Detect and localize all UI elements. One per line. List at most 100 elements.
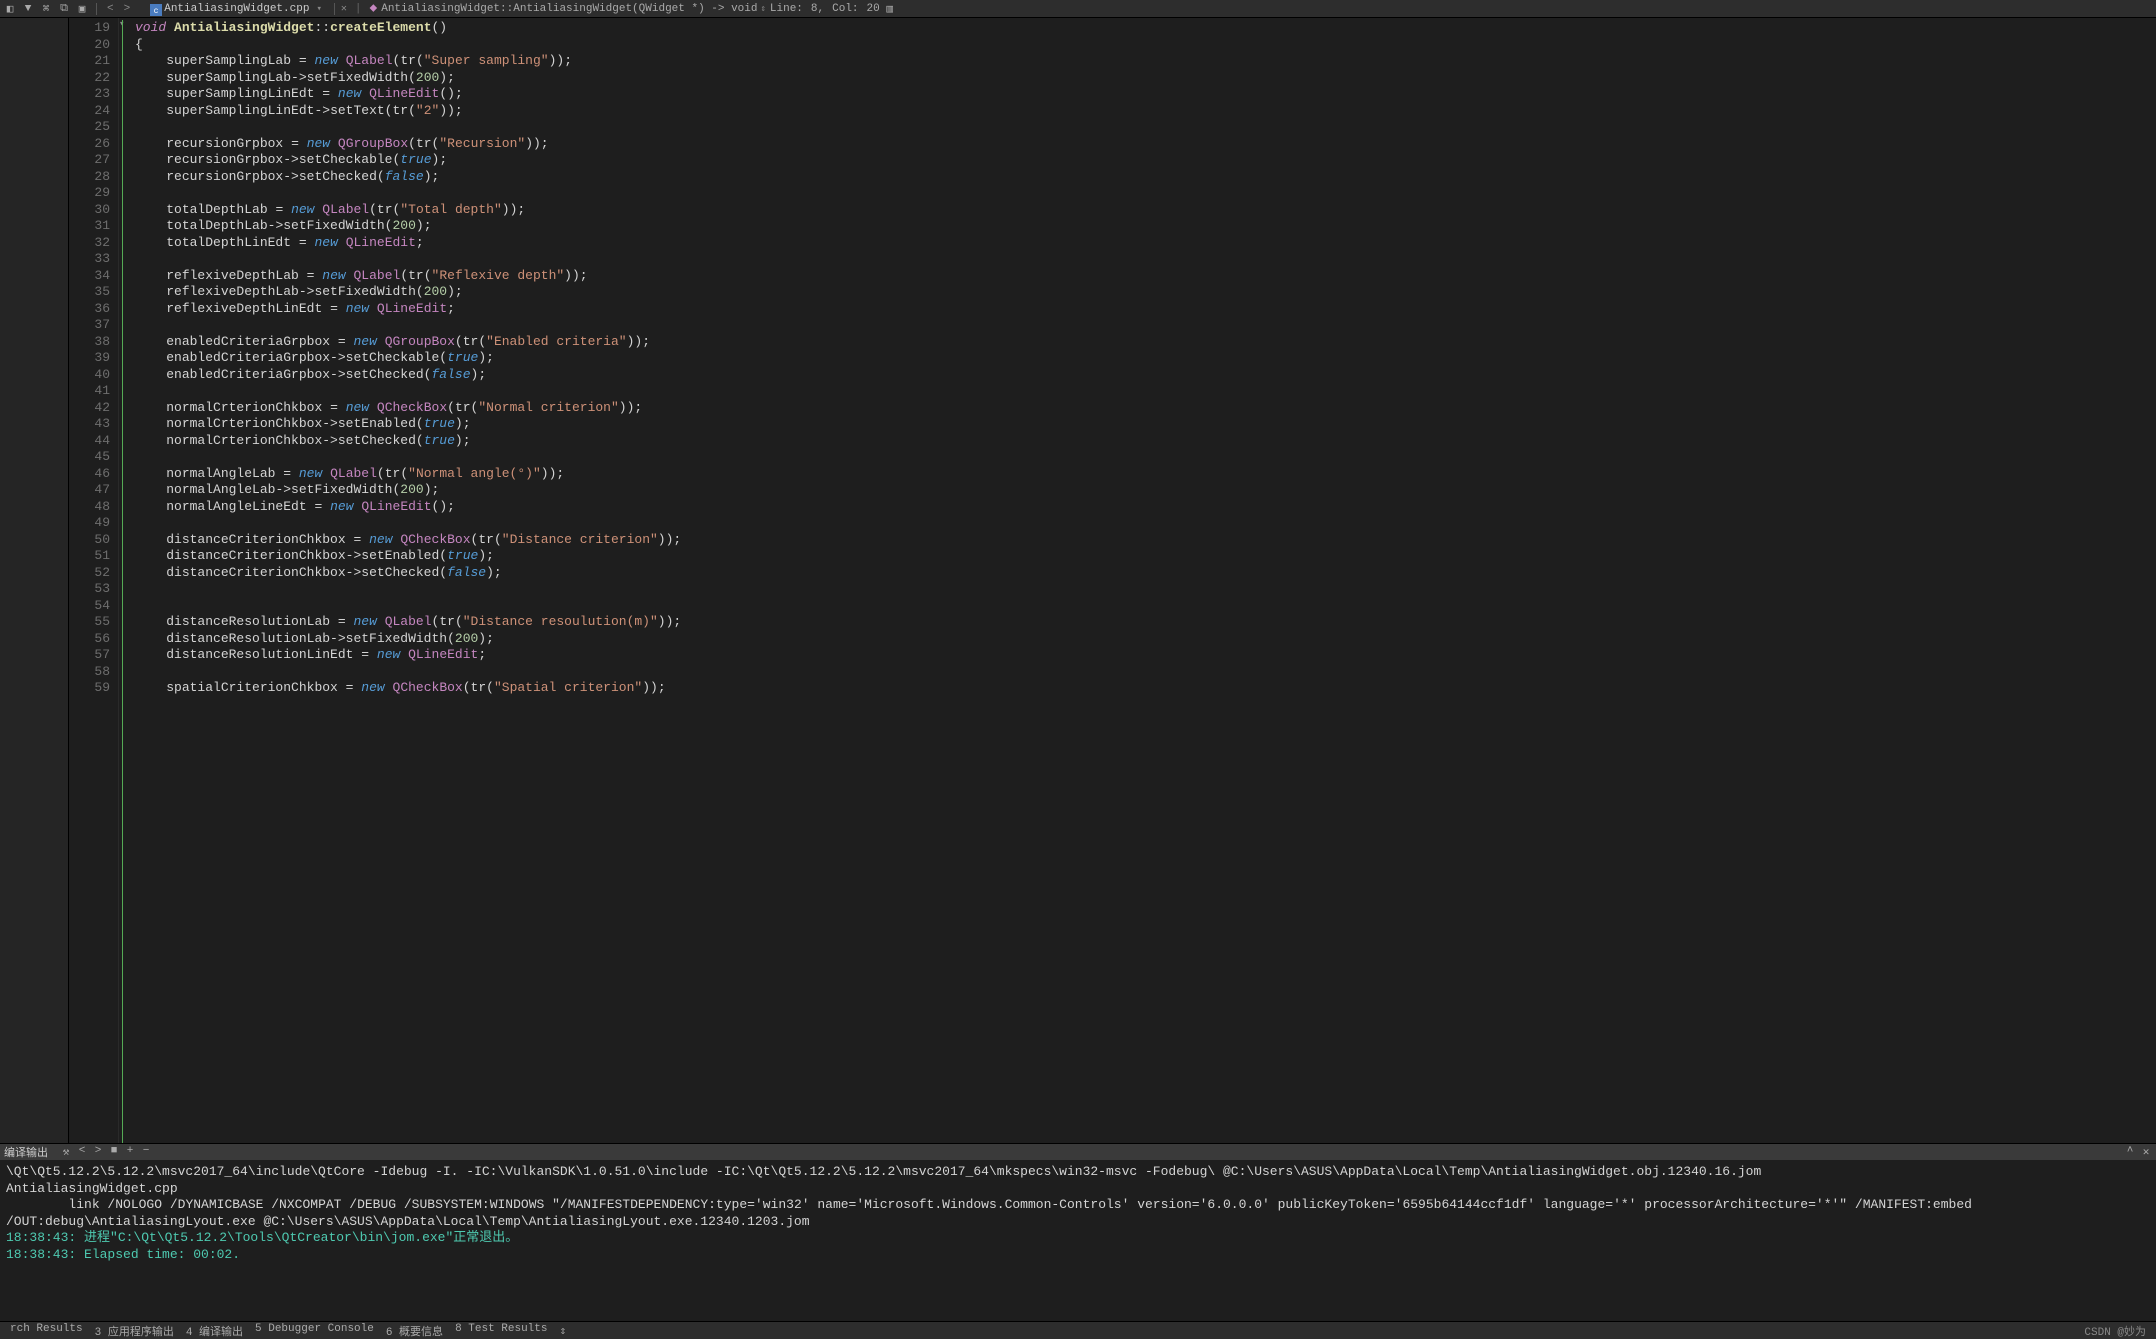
code-line[interactable]: reflexiveDepthLab->setFixedWidth(200); [135,284,2156,301]
fold-toggle-icon[interactable]: ▾ [119,19,127,27]
panel-close-icon[interactable]: ✕ [2140,1145,2152,1159]
code-line[interactable]: spatialCriterionChkbox = new QCheckBox(t… [135,680,2156,697]
code-line[interactable]: superSamplingLab = new QLabel(tr("Super … [135,53,2156,70]
line-number: 48 [69,499,110,516]
editor[interactable]: 1920212223242526272829303132333435363738… [69,18,2156,1143]
line-number: 57 [69,647,110,664]
output-panel: 编译输出 ⚒ < > ■ + − ˄ ✕ \Qt\Qt5.12.2\5.12.2… [0,1143,2156,1321]
code-line[interactable]: distanceCriterionChkbox = new QCheckBox(… [135,532,2156,549]
panel-prev-icon[interactable]: < [76,1145,88,1159]
code-line[interactable]: normalCrterionChkbox = new QCheckBox(tr(… [135,400,2156,417]
filter-icon[interactable]: ▼ [22,3,34,15]
line-number: 56 [69,631,110,648]
line-number: 33 [69,251,110,268]
line-number: 59 [69,680,110,697]
code-line[interactable] [135,383,2156,400]
code-line[interactable] [135,119,2156,136]
code-line[interactable]: distanceCriterionChkbox->setChecked(fals… [135,565,2156,582]
code-line[interactable]: recursionGrpbox->setCheckable(true); [135,152,2156,169]
code-line[interactable]: normalCrterionChkbox->setChecked(true); [135,433,2156,450]
code-line[interactable]: superSamplingLinEdt = new QLineEdit(); [135,86,2156,103]
status-tab[interactable]: 8 Test Results [449,1323,553,1339]
panel-zoom-in-icon[interactable]: + [124,1145,136,1159]
code-line[interactable]: normalAngleLab->setFixedWidth(200); [135,482,2156,499]
code-line[interactable]: { [135,37,2156,54]
status-bar: rch Results3 应用程序输出4 编译输出5 Debugger Cons… [0,1321,2156,1339]
line-number: 54 [69,598,110,615]
main-area: 1920212223242526272829303132333435363738… [0,18,2156,1143]
code-line[interactable]: normalCrterionChkbox->setEnabled(true); [135,416,2156,433]
code-line[interactable]: recursionGrpbox->setChecked(false); [135,169,2156,186]
code-line[interactable] [135,317,2156,334]
code-line[interactable] [135,664,2156,681]
code-line[interactable]: enabledCriteriaGrpbox->setCheckable(true… [135,350,2156,367]
split-vertical-icon[interactable]: ▥ [884,3,896,15]
code-line[interactable]: normalAngleLineEdt = new QLineEdit(); [135,499,2156,516]
code-line[interactable] [135,598,2156,615]
panel-stop-icon[interactable]: ■ [108,1145,120,1159]
status-tab[interactable]: 5 Debugger Console [249,1323,380,1339]
breadcrumb-function[interactable]: AntialiasingWidget::AntialiasingWidget(Q… [381,3,757,15]
line-number: 22 [69,70,110,87]
code-line[interactable]: distanceCriterionChkbox->setEnabled(true… [135,548,2156,565]
locator-dropdown-icon[interactable]: ⇕ [760,4,765,14]
code-line[interactable] [135,581,2156,598]
line-number: 28 [69,169,110,186]
code-line[interactable]: enabledCriteriaGrpbox->setChecked(false)… [135,367,2156,384]
link-icon[interactable]: ⌘ [40,3,52,15]
split-icon[interactable]: ⧉ [58,3,70,15]
panel-expand-icon[interactable]: ˄ [2124,1145,2136,1159]
code-line[interactable]: void AntialiasingWidget::createElement() [135,20,2156,37]
code-line[interactable]: totalDepthLinEdt = new QLineEdit; [135,235,2156,252]
line-number: 49 [69,515,110,532]
nav-back-icon[interactable]: < [105,3,116,15]
fold-bar[interactable]: ▾ [119,18,133,1143]
code-line[interactable]: totalDepthLab = new QLabel(tr("Total dep… [135,202,2156,219]
status-tab[interactable]: rch Results [4,1323,89,1339]
line-number: 47 [69,482,110,499]
code-line[interactable]: distanceResolutionLab = new QLabel(tr("D… [135,614,2156,631]
code-line[interactable]: recursionGrpbox = new QGroupBox(tr("Recu… [135,136,2156,153]
line-number: 19 [69,20,110,37]
status-dropdown-icon[interactable]: ⇕ [553,1324,572,1338]
line-number: 53 [69,581,110,598]
line-number: 26 [69,136,110,153]
code-area[interactable]: void AntialiasingWidget::createElement()… [133,18,2156,1143]
tab-file-1[interactable]: c AntialiasingWidget.cpp ▾ [144,2,328,16]
code-line[interactable] [135,251,2156,268]
code-line[interactable]: distanceResolutionLab->setFixedWidth(200… [135,631,2156,648]
code-line[interactable]: superSamplingLinEdt->setText(tr("2")); [135,103,2156,120]
panel-next-icon[interactable]: > [92,1145,104,1159]
code-line[interactable]: distanceResolutionLinEdt = new QLineEdit… [135,647,2156,664]
status-tab[interactable]: 6 概要信息 [380,1323,449,1339]
panel-tool-icon[interactable]: ⚒ [60,1145,72,1159]
panel-zoom-out-icon[interactable]: − [140,1145,152,1159]
code-line[interactable]: superSamplingLab->setFixedWidth(200); [135,70,2156,87]
code-line[interactable]: totalDepthLab->setFixedWidth(200); [135,218,2156,235]
output-line: link /NOLOGO /DYNAMICBASE /NXCOMPAT /DEB… [6,1197,2150,1230]
output-panel-controls: ⚒ < > ■ + − [60,1145,152,1159]
bookmark-icon[interactable]: ◧ [4,3,16,15]
output-line: 18:38:43: Elapsed time: 00:02. [6,1247,2150,1264]
code-line[interactable]: normalAngleLab = new QLabel(tr("Normal a… [135,466,2156,483]
new-window-icon[interactable]: ▣ [76,3,88,15]
status-tab[interactable]: 3 应用程序输出 [89,1323,180,1339]
svg-text:c: c [154,7,159,16]
nav-forward-icon[interactable]: > [122,3,133,15]
line-number: 40 [69,367,110,384]
code-line[interactable]: reflexiveDepthLab = new QLabel(tr("Refle… [135,268,2156,285]
line-number: 51 [69,548,110,565]
tab-close-icon[interactable]: ✕ [341,3,347,15]
line-number: 24 [69,103,110,120]
status-tab[interactable]: 4 编译输出 [180,1323,249,1339]
code-line[interactable] [135,515,2156,532]
code-line[interactable]: reflexiveDepthLinEdt = new QLineEdit; [135,301,2156,318]
code-line[interactable] [135,449,2156,466]
line-value: 8, [811,3,824,15]
left-sidebar [0,18,69,1143]
output-panel-body[interactable]: \Qt\Qt5.12.2\5.12.2\msvc2017_64\include\… [0,1160,2156,1321]
cursor-locator[interactable]: Line: 8, Col: 20 [770,3,880,15]
tab-dropdown-icon[interactable]: ▾ [316,4,321,14]
code-line[interactable]: enabledCriteriaGrpbox = new QGroupBox(tr… [135,334,2156,351]
code-line[interactable] [135,185,2156,202]
